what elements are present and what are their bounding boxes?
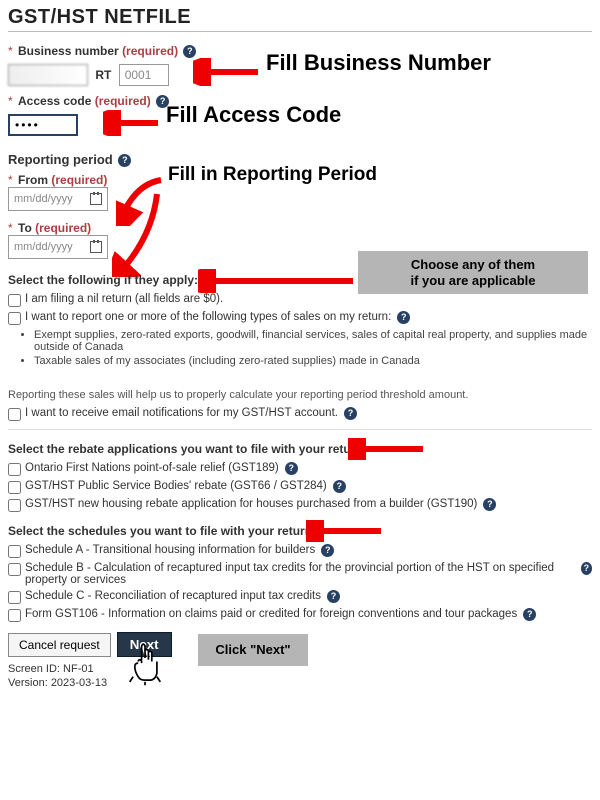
cancel-button[interactable]: Cancel request bbox=[8, 633, 111, 657]
calendar-icon[interactable] bbox=[90, 193, 102, 205]
schedule-checkbox[interactable] bbox=[8, 563, 21, 576]
business-number-field: * Business number (required) ? RT Fill B… bbox=[8, 44, 592, 86]
help-icon[interactable]: ? bbox=[321, 544, 334, 557]
schedule-checkbox[interactable] bbox=[8, 591, 21, 604]
help-icon[interactable]: ? bbox=[344, 407, 357, 420]
to-date-input[interactable]: mm/dd/yyyy bbox=[8, 235, 108, 259]
help-icon[interactable]: ? bbox=[327, 590, 340, 603]
rebate-checkbox[interactable] bbox=[8, 463, 21, 476]
rebate-checkbox[interactable] bbox=[8, 499, 21, 512]
reporting-period-heading: Reporting period bbox=[8, 152, 113, 167]
calendar-icon[interactable] bbox=[90, 241, 102, 253]
schedule-heading: Select the schedules you want to file wi… bbox=[8, 524, 592, 538]
required-text: (required) bbox=[122, 44, 178, 58]
help-icon[interactable]: ? bbox=[581, 562, 592, 575]
nil-return-label: I am filing a nil return (all fields are… bbox=[25, 293, 223, 305]
help-icon[interactable]: ? bbox=[183, 45, 196, 58]
help-icon[interactable]: ? bbox=[483, 498, 496, 511]
required-star: * bbox=[8, 44, 13, 58]
annotation-bn: Fill Business Number bbox=[266, 50, 491, 76]
rebate-label: GST/HST Public Service Bodies' rebate (G… bbox=[25, 480, 327, 492]
reporting-period-section: Reporting period ? Fill in Reporting Per… bbox=[8, 152, 592, 259]
nil-return-row[interactable]: I am filing a nil return (all fields are… bbox=[8, 293, 592, 307]
schedule-row[interactable]: Schedule A - Transitional housing inform… bbox=[8, 544, 592, 558]
from-date-input[interactable]: mm/dd/yyyy bbox=[8, 187, 108, 211]
required-text: (required) bbox=[51, 173, 107, 187]
bullet-item: Exempt supplies, zero-rated exports, goo… bbox=[34, 329, 592, 353]
version: Version: 2023-03-13 bbox=[8, 677, 592, 689]
schedule-label: Schedule C - Reconciliation of recapture… bbox=[25, 590, 321, 602]
schedule-row[interactable]: Schedule B - Calculation of recaptured i… bbox=[8, 562, 592, 586]
report-types-row[interactable]: I want to report one or more of the foll… bbox=[8, 311, 592, 325]
to-label: To bbox=[18, 221, 32, 235]
rt-label: RT bbox=[91, 68, 115, 82]
business-number-input-1[interactable] bbox=[8, 64, 88, 86]
help-icon[interactable]: ? bbox=[333, 480, 346, 493]
page-title: GST/HST NETFILE bbox=[8, 6, 592, 32]
schedule-row[interactable]: Schedule C - Reconciliation of recapture… bbox=[8, 590, 592, 604]
rebate-row[interactable]: Ontario First Nations point-of-sale reli… bbox=[8, 462, 592, 476]
annotation-next: Click "Next" bbox=[198, 634, 308, 666]
schedule-label: Schedule A - Transitional housing inform… bbox=[25, 544, 315, 556]
required-star: * bbox=[8, 173, 13, 187]
bullet-item: Taxable sales of my associates (includin… bbox=[34, 355, 592, 367]
from-label: From bbox=[18, 173, 48, 187]
rebate-row[interactable]: GST/HST new housing rebate application f… bbox=[8, 498, 592, 512]
business-number-input-2[interactable] bbox=[119, 64, 169, 86]
rebate-section: Select the rebate applications you want … bbox=[8, 442, 592, 512]
help-icon[interactable]: ? bbox=[523, 608, 536, 621]
report-types-bullets: Exempt supplies, zero-rated exports, goo… bbox=[34, 329, 592, 367]
email-opt-row[interactable]: I want to receive email notifications fo… bbox=[8, 407, 592, 421]
access-code-field: * Access code (required) ? Fill Access C… bbox=[8, 94, 592, 136]
date-placeholder: mm/dd/yyyy bbox=[14, 193, 73, 205]
email-opt-label: I want to receive email notifications fo… bbox=[25, 407, 338, 419]
rebate-heading: Select the rebate applications you want … bbox=[8, 442, 592, 456]
business-number-label: Business number bbox=[18, 44, 119, 58]
apply-section: Select the following if they apply: Choo… bbox=[8, 273, 592, 367]
annotation-choose-l2: if you are applicable bbox=[368, 273, 578, 289]
help-icon[interactable]: ? bbox=[118, 154, 131, 167]
report-types-label: I want to report one or more of the foll… bbox=[25, 311, 391, 323]
schedule-checkbox[interactable] bbox=[8, 609, 21, 622]
required-text: (required) bbox=[95, 94, 151, 108]
button-row: Cancel request Next Click "Next" bbox=[8, 632, 592, 657]
cursor-hand-icon bbox=[128, 642, 162, 686]
schedule-section: Select the schedules you want to file wi… bbox=[8, 524, 592, 622]
schedule-label: Form GST106 - Information on claims paid… bbox=[25, 608, 517, 620]
date-placeholder: mm/dd/yyyy bbox=[14, 241, 73, 253]
schedule-label: Schedule B - Calculation of recaptured i… bbox=[25, 562, 575, 586]
schedule-checkbox[interactable] bbox=[8, 545, 21, 558]
annotation-choose: Choose any of them if you are applicable bbox=[358, 251, 588, 294]
rebate-label: GST/HST new housing rebate application f… bbox=[25, 498, 477, 510]
help-icon[interactable]: ? bbox=[285, 462, 298, 475]
report-types-checkbox[interactable] bbox=[8, 312, 21, 325]
required-star: * bbox=[8, 221, 13, 235]
required-text: (required) bbox=[35, 221, 91, 235]
rebate-label: Ontario First Nations point-of-sale reli… bbox=[25, 462, 279, 474]
email-opt-checkbox[interactable] bbox=[8, 408, 21, 421]
annotation-ac: Fill Access Code bbox=[166, 102, 341, 128]
threshold-helper-text: Reporting these sales will help us to pr… bbox=[8, 389, 592, 401]
help-icon[interactable]: ? bbox=[397, 311, 410, 324]
schedule-row[interactable]: Form GST106 - Information on claims paid… bbox=[8, 608, 592, 622]
nil-return-checkbox[interactable] bbox=[8, 294, 21, 307]
access-code-label: Access code bbox=[18, 94, 91, 108]
annotation-choose-l1: Choose any of them bbox=[368, 257, 578, 273]
rebate-row[interactable]: GST/HST Public Service Bodies' rebate (G… bbox=[8, 480, 592, 494]
required-star: * bbox=[8, 94, 13, 108]
rebate-checkbox[interactable] bbox=[8, 481, 21, 494]
access-code-input[interactable] bbox=[8, 114, 78, 136]
